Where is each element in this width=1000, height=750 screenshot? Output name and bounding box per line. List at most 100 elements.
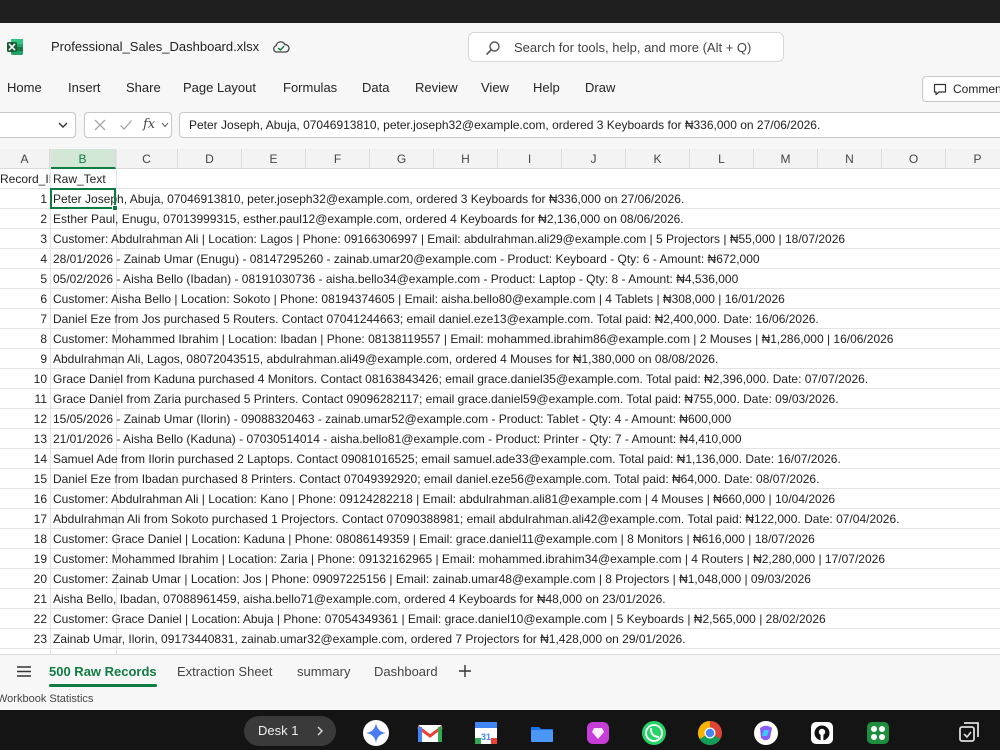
screenshot-icon[interactable] [954,719,982,747]
raw-text-cell[interactable]: 28/01/2026 - Zainab Umar (Enugu) - 08147… [53,249,760,269]
record-id-cell[interactable]: 10 [0,369,50,389]
table-row[interactable]: 2 Esther Paul, Enugu, 07013999315, esther… [0,209,1000,229]
gemini-icon[interactable] [362,719,390,747]
column-header-o[interactable]: O [882,149,946,169]
cloud-saved-icon[interactable] [272,38,290,56]
tab-data[interactable]: Data [362,80,389,95]
raw-text-cell[interactable]: Customer: Grace Daniel | Location: Abuja… [53,609,826,629]
table-row[interactable]: 22 Customer: Grace Daniel | Location: Abu… [0,609,1000,629]
record-id-cell[interactable]: 6 [0,289,50,309]
table-row[interactable]: 10 Grace Daniel from Kaduna purchased 4 M… [0,369,1000,389]
record-id-cell[interactable]: 14 [0,449,50,469]
column-header-d[interactable]: D [178,149,242,169]
raw-text-cell[interactable]: Zainab Umar, Ilorin, 09173440831, zainab… [53,629,686,649]
record-id-cell[interactable]: 9 [0,349,50,369]
record-id-cell[interactable]: 5 [0,269,50,289]
raw-text-cell[interactable]: Customer: Grace Daniel | Location: Kadun… [53,529,815,549]
record-id-cell[interactable]: 4 [0,249,50,269]
column-header-k[interactable]: K [626,149,690,169]
record-id-cell[interactable]: 19 [0,549,50,569]
record-id-cell[interactable]: 3 [0,229,50,249]
chrome-icon[interactable] [696,719,724,747]
raw-text-cell[interactable]: Peter Joseph, Abuja, 07046913810, peter.… [53,189,684,209]
raw-text-cell[interactable]: Daniel Eze from Jos purchased 5 Routers.… [53,309,819,329]
table-row[interactable]: 1 Peter Joseph, Abuja, 07046913810, peter… [0,189,1000,209]
column-header-n[interactable]: N [818,149,882,169]
sheet-tab-dashboard[interactable]: Dashboard [374,664,438,679]
tab-insert[interactable]: Insert [68,80,101,95]
record-id-cell[interactable]: 20 [0,569,50,589]
table-row[interactable]: 8 Customer: Mohammed Ibrahim | Location: … [0,329,1000,349]
record-id-cell[interactable]: 17 [0,509,50,529]
column-header-l[interactable]: L [690,149,754,169]
raw-text-cell[interactable]: Grace Daniel from Zaria purchased 5 Prin… [53,389,839,409]
record-id-cell[interactable]: 8 [0,329,50,349]
column-header-j[interactable]: J [562,149,626,169]
check-icon[interactable] [119,118,133,132]
copilot-icon[interactable] [752,719,780,747]
column-header-p[interactable]: P [946,149,1000,169]
raw-text-cell[interactable]: Customer: Mohammed Ibrahim | Location: Z… [53,549,885,569]
add-sheet-icon[interactable] [458,664,472,678]
record-id-cell[interactable]: 7 [0,309,50,329]
tab-help[interactable]: Help [533,80,560,95]
record-id-cell[interactable]: 15 [0,469,50,489]
table-row[interactable]: 3 Customer: Abdulrahman Ali | Location: L… [0,229,1000,249]
raw-text-cell[interactable]: Customer: Zainab Umar | Location: Jos | … [53,569,811,589]
column-header-m[interactable]: M [754,149,818,169]
raw-text-cell[interactable]: Customer: Abdulrahman Ali | Location: Ka… [53,489,835,509]
name-box[interactable] [0,112,76,138]
table-row[interactable]: 17 Abdulrahman Ali from Sokoto purchased … [0,509,1000,529]
calendar-icon[interactable]: 31 [472,719,500,747]
tab-draw[interactable]: Draw [585,80,615,95]
column-header-c[interactable]: C [116,149,178,169]
app-icon[interactable] [584,719,612,747]
table-row[interactable]: 7 Daniel Eze from Jos purchased 5 Routers… [0,309,1000,329]
record-id-cell[interactable]: 12 [0,409,50,429]
comments-button[interactable]: Comments [922,76,1000,102]
column-header-e[interactable]: E [242,149,306,169]
files-icon[interactable] [528,719,556,747]
raw-text-cell[interactable]: 05/02/2026 - Aisha Bello (Ibadan) - 0819… [53,269,738,289]
raw-text-cell[interactable]: Customer: Aisha Bello | Location: Sokoto… [53,289,785,309]
table-row[interactable]: 14 Samuel Ade from Ilorin purchased 2 Lap… [0,449,1000,469]
search-box[interactable]: Search for tools, help, and more (Alt + … [468,32,784,62]
column-header-a[interactable]: A [0,149,50,169]
record-id-cell[interactable]: 22 [0,609,50,629]
table-row[interactable]: 15 Daniel Eze from Ibadan purchased 8 Pri… [0,469,1000,489]
raw-text-cell[interactable]: Samuel Ade from Ilorin purchased 2 Lapto… [53,449,841,469]
whatsapp-icon[interactable] [640,719,668,747]
chevron-down-icon[interactable] [57,120,69,130]
workbook-statistics[interactable]: Workbook Statistics [0,693,93,705]
table-row[interactable]: 11 Grace Daniel from Zaria purchased 5 Pr… [0,389,1000,409]
raw-text-cell[interactable]: 21/01/2026 - Aisha Bello (Kaduna) - 0703… [53,429,742,449]
formula-input[interactable]: Peter Joseph, Abuja, 07046913810, peter.… [179,112,1000,138]
tab-share[interactable]: Share [126,80,161,95]
tab-page-layout[interactable]: Page Layout [183,80,256,95]
record-id-cell[interactable]: 21 [0,589,50,609]
workspace-icon[interactable] [864,719,892,747]
table-row[interactable]: 5 05/02/2026 - Aisha Bello (Ibadan) - 081… [0,269,1000,289]
tab-view[interactable]: View [481,80,509,95]
raw-text-cell[interactable]: Abdulrahman Ali from Sokoto purchased 1 … [53,509,899,529]
table-row[interactable]: 9 Abdulrahman Ali, Lagos, 08072043515, ab… [0,349,1000,369]
spreadsheet-grid[interactable]: A B C D E F G H I J K L M N O P Record_I… [0,149,1000,654]
sheet-tab-summary[interactable]: summary [297,664,350,679]
table-row[interactable]: 21 Aisha Bello, Ibadan, 07088961459, aish… [0,589,1000,609]
sheet-tab-raw-records[interactable]: 500 Raw Records [49,664,157,679]
column-header-h[interactable]: H [434,149,498,169]
cancel-icon[interactable] [93,118,107,132]
table-row[interactable]: 12 15/05/2026 - Zainab Umar (Ilorin) - 09… [0,409,1000,429]
record-id-cell[interactable]: 1 [0,189,50,209]
fill-handle[interactable] [112,205,118,211]
record-id-cell[interactable]: 13 [0,429,50,449]
record-id-cell[interactable]: 11 [0,389,50,409]
table-row[interactable]: 18 Customer: Grace Daniel | Location: Kad… [0,529,1000,549]
raw-text-cell[interactable]: Customer: Mohammed Ibrahim | Location: I… [53,329,893,349]
tab-review[interactable]: Review [415,80,458,95]
column-header-b[interactable]: B [50,149,116,169]
record-id-cell[interactable]: 2 [0,209,50,229]
raw-text-cell[interactable]: Grace Daniel from Kaduna purchased 4 Mon… [53,369,868,389]
raw-text-cell[interactable]: 15/05/2026 - Zainab Umar (Ilorin) - 0908… [53,409,731,429]
table-row[interactable]: 13 21/01/2026 - Aisha Bello (Kaduna) - 07… [0,429,1000,449]
